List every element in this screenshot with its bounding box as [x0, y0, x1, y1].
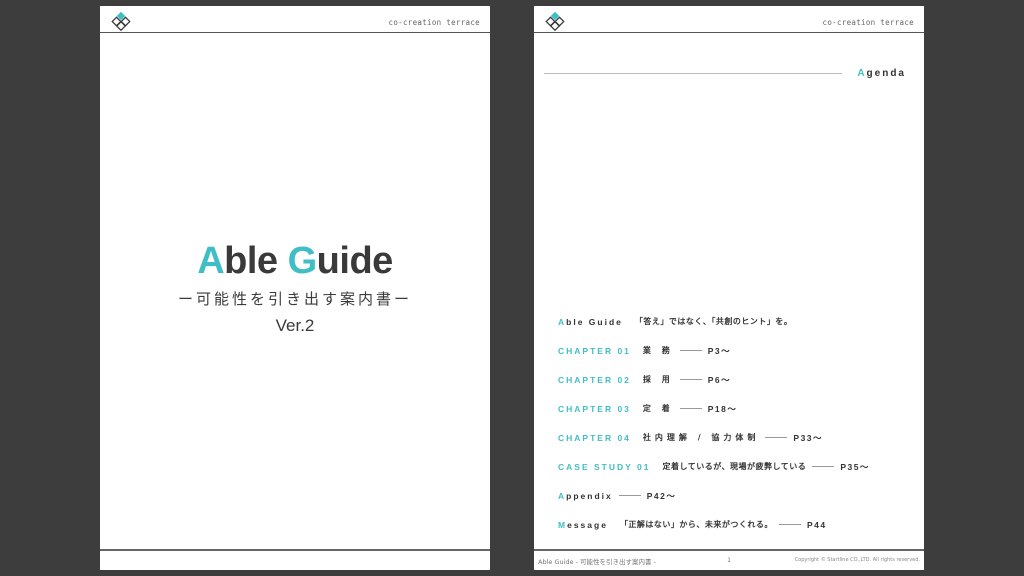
toc-label: CHAPTER 04: [558, 432, 631, 443]
header-divider: [100, 32, 490, 33]
toc-page: P42～: [646, 490, 677, 501]
brand-name: co-creation terrace: [388, 18, 480, 27]
toc-leader: [679, 350, 702, 351]
table-of-contents: Able Guide 「答え」ではなく、「共創のヒント」を。 CHAPTER 0…: [558, 307, 918, 539]
toc-item-message[interactable]: Message 「正解はない」から、未来がつくれる。 P44: [558, 510, 918, 539]
footer-copyright: Copyright © Startline CO.,LTD. All right…: [794, 557, 920, 563]
toc-page: P44: [806, 519, 827, 530]
toc-title: 採 用: [642, 375, 674, 384]
toc-label: CHAPTER 03: [558, 403, 631, 414]
cover-version: Ver.2: [275, 316, 315, 335]
toc-leader: [765, 437, 788, 438]
title-part-able: ble: [224, 240, 288, 282]
toc-item-able-guide[interactable]: Able Guide 「答え」ではなく、「共創のヒント」を。: [558, 307, 918, 336]
agenda-rule: [544, 73, 842, 74]
toc-title: 社内理解 / 協力体制: [642, 433, 760, 442]
cover-subtitle: ー可能性を引き出す案内書ー: [177, 290, 412, 308]
toc-label: CASE STUDY 01: [558, 461, 651, 472]
toc-item-chapter-02[interactable]: CHAPTER 02 採 用 P6～: [558, 365, 918, 394]
toc-item-appendix[interactable]: Appendix P42～: [558, 481, 918, 510]
toc-title: 「答え」ではなく、「共創のヒント」を。: [634, 317, 793, 326]
toc-title: 「正解はない」から、未来がつくれる。: [619, 520, 773, 529]
cover-title: Able Guide: [100, 240, 490, 283]
agenda-heading: Agenda: [857, 68, 906, 79]
title-letter-g: G: [287, 240, 318, 282]
toc-item-chapter-03[interactable]: CHAPTER 03 定 着 P18～: [558, 394, 918, 423]
toc-page: P18～: [707, 403, 738, 414]
toc-leader: [618, 495, 641, 496]
toc-label: Message: [558, 519, 608, 530]
toc-title: 定 着: [642, 404, 674, 413]
toc-title: 業 務: [642, 346, 674, 355]
footer-divider: [100, 549, 490, 551]
agenda-page: co-creation terrace Agenda Able Guide 「答…: [534, 6, 924, 570]
footer-divider: [534, 549, 924, 551]
cover-page: co-creation terrace Able Guide ー可能性を引き出す…: [100, 6, 490, 570]
diamond-lattice-logo-icon: [111, 11, 131, 32]
title-part-uide: uide: [316, 240, 394, 282]
header-divider: [534, 32, 924, 33]
brand-name: co-creation terrace: [822, 18, 914, 27]
toc-item-chapter-04[interactable]: CHAPTER 04 社内理解 / 協力体制 P33～: [558, 423, 918, 452]
title-letter-a: A: [197, 240, 225, 282]
toc-label: Appendix: [558, 490, 613, 501]
toc-item-case-study-01[interactable]: CASE STUDY 01 定着しているが、現場が疲弊している P35～: [558, 452, 918, 481]
toc-label: CHAPTER 01: [558, 345, 631, 356]
toc-page: P3～: [707, 345, 732, 356]
toc-label: CHAPTER 02: [558, 374, 631, 385]
toc-leader: [679, 408, 702, 409]
toc-title: 定着しているが、現場が疲弊している: [662, 462, 807, 471]
toc-page: P35～: [840, 461, 870, 472]
diamond-lattice-logo-icon: [545, 11, 565, 32]
toc-leader: [778, 524, 801, 525]
toc-item-chapter-01[interactable]: CHAPTER 01 業 務 P3～: [558, 336, 918, 365]
toc-page: P6～: [707, 374, 732, 385]
toc-leader: [679, 379, 702, 380]
toc-label: Able Guide: [558, 316, 623, 327]
toc-page: P33～: [793, 432, 824, 443]
toc-leader: [812, 466, 835, 467]
